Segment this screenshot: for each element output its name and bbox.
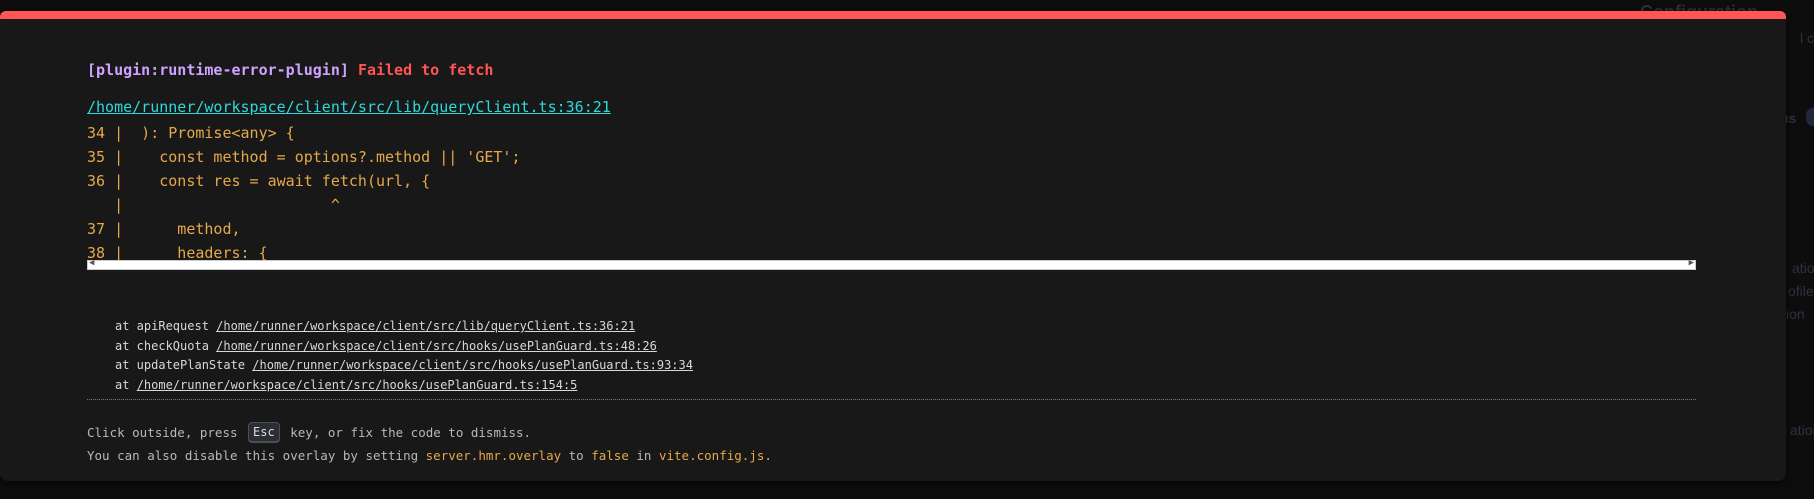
error-text: Failed to fetch [357, 61, 494, 79]
tip-text: to [561, 448, 592, 463]
dismiss-tip: Click outside, press Esc key, or fix the… [87, 422, 532, 444]
code-frame-pointer: | ^ [87, 196, 340, 214]
stack-trace-line: at checkQuota /home/runner/workspace/cli… [115, 337, 693, 357]
code-frame-line: 37 | method, [87, 220, 241, 238]
code-frame[interactable]: 34 | ): Promise<any> { 35 | const method… [87, 121, 1696, 265]
stack-frame-link[interactable]: /home/runner/workspace/client/src/hooks/… [216, 339, 657, 353]
scroll-left-arrow-icon[interactable]: ◀ [89, 258, 94, 268]
stack-trace-line: at updatePlanState /home/runner/workspac… [115, 356, 693, 376]
stack-frame-function: at checkQuota [115, 338, 217, 353]
code-frame-line: 34 | ): Promise<any> { [87, 124, 295, 142]
disable-overlay-tip: You can also disable this overlay by set… [87, 448, 772, 463]
tip-text: key, or fix the code to dismiss. [282, 425, 532, 440]
plugin-name: [plugin:runtime-error-plugin] [87, 61, 349, 79]
tip-text: Click outside, press [87, 425, 246, 440]
error-overlay-window: [plugin:runtime-error-plugin] Failed to … [0, 11, 1786, 481]
stack-trace-line: at apiRequest /home/runner/workspace/cli… [115, 317, 693, 337]
tip-text: in [628, 448, 659, 463]
tip-divider [87, 399, 1696, 400]
background-text: ation [1792, 260, 1814, 276]
stack-frame-function: at apiRequest [115, 319, 217, 333]
stack-frame-function: at [115, 377, 137, 392]
tip-text: . [764, 448, 772, 463]
stack-trace-line: at /home/runner/workspace/client/src/hoo… [115, 376, 693, 396]
tip-text: You can also disable this overlay by set… [87, 448, 426, 463]
stack-frame-link[interactable]: /home/runner/workspace/client/src/hooks/… [137, 378, 578, 392]
code-frame-line: 36 | const res = await fetch(url, { [87, 172, 431, 190]
esc-key: Esc [248, 422, 280, 443]
code-frame-horizontal-scrollbar[interactable]: ◀ ▶ [87, 258, 1696, 270]
error-file-link[interactable]: /home/runner/workspace/client/src/lib/qu… [87, 98, 611, 116]
background-text: ation [1790, 422, 1814, 438]
stack-frame-link[interactable]: /home/runner/workspace/client/src/hooks/… [252, 358, 693, 372]
hmr-overlay-setting: server.hmr.overlay [425, 448, 562, 463]
code-frame-line: 35 | const method = options?.method || '… [87, 148, 521, 166]
stack-frame-function: at updatePlanState [115, 358, 253, 372]
stack-trace: at apiRequest /home/runner/workspace/cli… [115, 317, 693, 395]
false-value: false [591, 448, 629, 463]
error-message: [plugin:runtime-error-plugin] Failed to … [87, 61, 493, 79]
background-text: ofiles [1788, 283, 1814, 299]
scroll-right-arrow-icon[interactable]: ▶ [1689, 258, 1694, 268]
background-status-toggle [1806, 108, 1814, 126]
stack-frame-link[interactable]: /home/runner/workspace/client/src/lib/qu… [216, 319, 635, 333]
background-text: ion [1786, 306, 1805, 322]
background-text: l con [1800, 30, 1814, 46]
vite-config-filename: vite.config.js [658, 448, 765, 463]
